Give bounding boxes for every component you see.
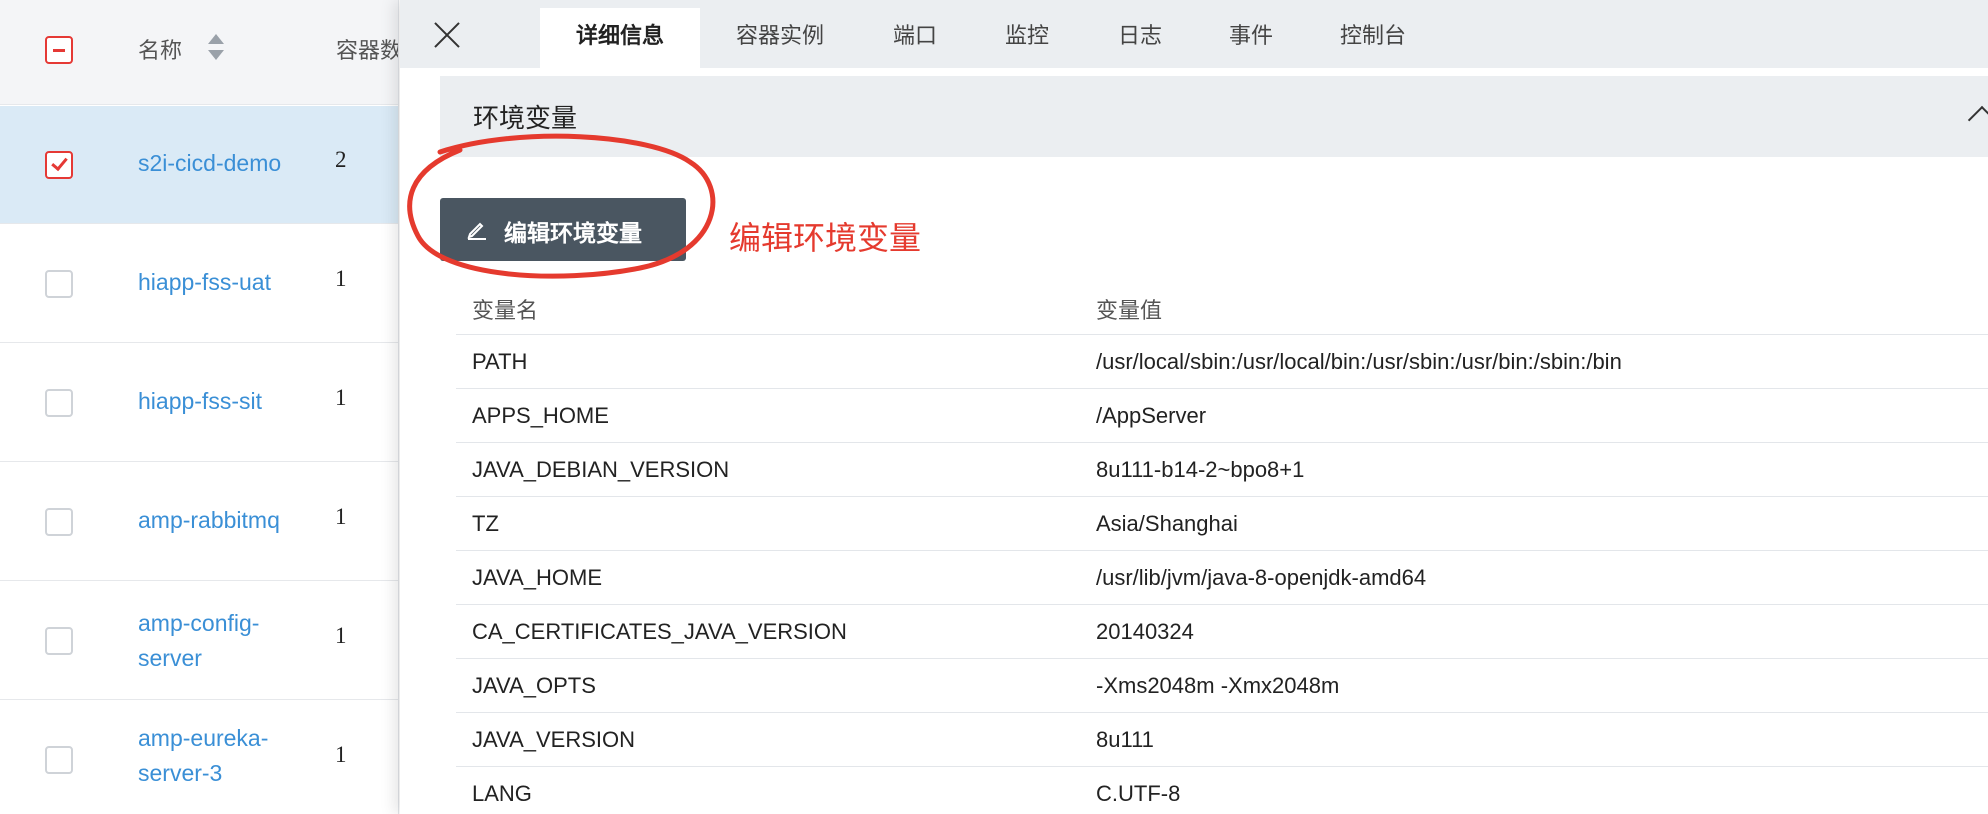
list-row[interactable]: s2i-cicd-demo 2 [0, 106, 398, 224]
container-count-column-header: 容器数 [336, 39, 399, 64]
chevron-up-icon[interactable] [1967, 105, 1988, 135]
env-value: C.UTF-8 [1096, 781, 1181, 806]
env-value: 20140324 [1096, 619, 1194, 644]
service-name-link[interactable]: amp-rabbitmq [138, 503, 280, 538]
pencil-icon [467, 222, 486, 240]
sort-ascending-icon [208, 34, 224, 44]
container-count: 1 [335, 504, 347, 529]
env-value: Asia/Shanghai [1096, 511, 1238, 536]
tab-monitoring[interactable]: 监控 [982, 8, 1072, 68]
service-name-link[interactable]: s2i-cicd-demo [138, 146, 281, 181]
table-row: LANG C.UTF-8 [456, 767, 1988, 814]
env-key: JAVA_OPTS [472, 673, 596, 698]
list-row[interactable]: amp-eureka- server-3 1 [0, 701, 398, 814]
env-value: /usr/local/sbin:/usr/local/bin:/usr/sbin… [1096, 349, 1622, 374]
minus-icon [53, 49, 65, 52]
edit-env-button-label: 编辑环境变量 [504, 221, 642, 247]
list-row[interactable]: amp-config- server 1 [0, 582, 398, 700]
row-checkbox[interactable] [45, 746, 73, 774]
service-name-line: amp-eureka- [138, 725, 269, 751]
sort-icon[interactable] [208, 34, 224, 64]
tab-logs[interactable]: 日志 [1095, 8, 1185, 68]
env-key: JAVA_DEBIAN_VERSION [472, 457, 730, 482]
env-key: LANG [472, 781, 532, 806]
checkmark-icon [51, 153, 68, 172]
env-key: PATH [472, 349, 528, 374]
service-name-link[interactable]: hiapp-fss-uat [138, 265, 271, 300]
env-value: 8u111-b14-2~bpo8+1 [1096, 457, 1305, 482]
table-row: APPS_HOME /AppServer [456, 389, 1988, 443]
key-column-header: 变量名 [472, 299, 539, 324]
table-row: JAVA_HOME /usr/lib/jvm/java-8-openjdk-am… [456, 551, 1988, 605]
container-count: 1 [335, 623, 347, 648]
env-value: /usr/lib/jvm/java-8-openjdk-amd64 [1096, 565, 1427, 590]
service-name-link[interactable]: amp-eureka- server-3 [138, 721, 268, 791]
select-all-checkbox[interactable] [45, 36, 73, 64]
service-list-panel: 名称 容器数 s2i-cicd-demo 2 hiapp-fss-uat 1 h… [0, 0, 399, 814]
tab-container-instances[interactable]: 容器实例 [710, 8, 850, 68]
container-count: 1 [335, 385, 347, 410]
container-count: 1 [335, 266, 347, 291]
tab-details[interactable]: 详细信息 [540, 8, 700, 68]
tab-console[interactable]: 控制台 [1318, 8, 1428, 68]
env-value: 8u111 [1096, 727, 1154, 752]
list-row[interactable]: hiapp-fss-uat 1 [0, 225, 398, 343]
list-header: 名称 容器数 [0, 0, 399, 105]
table-row: TZ Asia/Shanghai [456, 497, 1988, 551]
row-checkbox[interactable] [45, 389, 73, 417]
detail-tab-bar: 详细信息 容器实例 端口 监控 日志 事件 控制台 [400, 0, 1988, 68]
env-key: TZ [472, 511, 499, 536]
env-key: APPS_HOME [472, 403, 609, 428]
tab-events[interactable]: 事件 [1206, 8, 1296, 68]
list-row[interactable]: hiapp-fss-sit 1 [0, 344, 398, 462]
table-row: PATH /usr/local/sbin:/usr/local/bin:/usr… [456, 335, 1988, 389]
container-count: 1 [335, 742, 347, 767]
tab-ports[interactable]: 端口 [870, 8, 960, 68]
service-name-line: server [138, 645, 202, 671]
row-checkbox[interactable] [45, 151, 73, 179]
service-name-link[interactable]: hiapp-fss-sit [138, 384, 262, 419]
env-section-header[interactable]: 环境变量 [440, 76, 1988, 157]
env-key: JAVA_VERSION [472, 727, 636, 752]
env-value: /AppServer [1096, 403, 1207, 428]
sort-descending-icon [208, 50, 224, 60]
name-column-header[interactable]: 名称 [138, 33, 182, 65]
value-column-header: 变量值 [1096, 299, 1163, 324]
table-row: JAVA_VERSION 8u111 [456, 713, 1988, 767]
env-value: -Xms2048m -Xmx2048m [1096, 673, 1340, 698]
section-title: 环境变量 [473, 104, 578, 134]
annotation-label: 编辑环境变量 [729, 219, 922, 257]
table-header: 变量名 变量值 [456, 280, 1988, 335]
table-row: CA_CERTIFICATES_JAVA_VERSION 20140324 [456, 605, 1988, 659]
row-checkbox[interactable] [45, 627, 73, 655]
env-key: JAVA_HOME [472, 565, 602, 590]
env-key: CA_CERTIFICATES_JAVA_VERSION [472, 619, 847, 644]
row-checkbox[interactable] [45, 270, 73, 298]
edit-env-button[interactable]: 编辑环境变量 [440, 198, 686, 261]
table-row: JAVA_DEBIAN_VERSION 8u111-b14-2~bpo8+1 [456, 443, 1988, 497]
close-icon[interactable] [432, 20, 462, 50]
row-checkbox[interactable] [45, 508, 73, 536]
service-name-line: server-3 [138, 760, 223, 786]
list-row[interactable]: amp-rabbitmq 1 [0, 463, 398, 581]
service-detail-panel: 详细信息 容器实例 端口 监控 日志 事件 控制台 环境变量 编辑环境变量 编辑… [400, 0, 1988, 814]
container-count: 2 [335, 147, 347, 172]
table-row: JAVA_OPTS -Xms2048m -Xmx2048m [456, 659, 1988, 713]
service-name-link[interactable]: amp-config- server [138, 606, 259, 676]
service-name-line: amp-config- [138, 610, 260, 636]
